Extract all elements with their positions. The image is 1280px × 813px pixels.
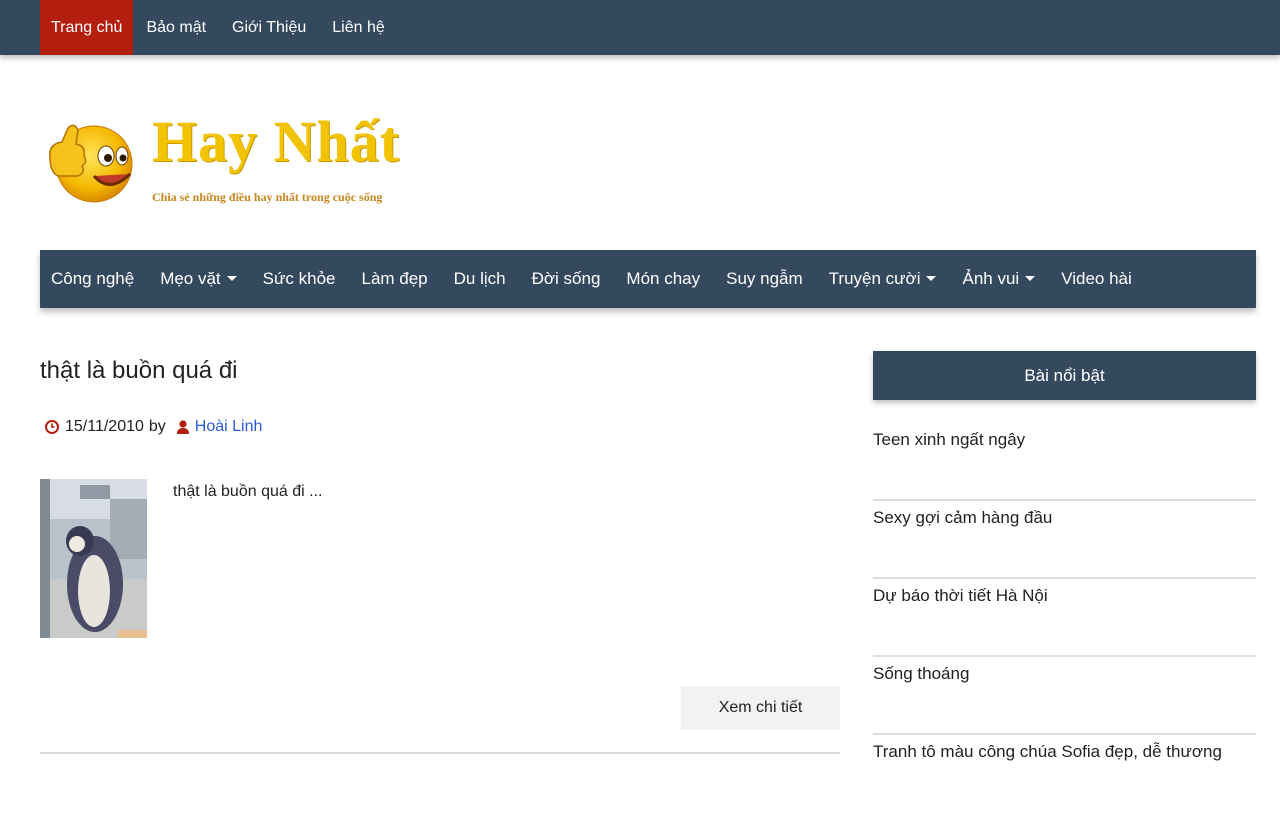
post-author-link[interactable]: Hoài Linh xyxy=(195,418,263,436)
nav-item-meo-vat[interactable]: Mẹo vặt xyxy=(149,250,247,308)
main-nav-list: Công nghệ Mẹo vặt Sức khỏe Làm đẹp Du lị… xyxy=(40,250,1256,308)
caret-down-icon xyxy=(926,276,937,281)
post-divider xyxy=(40,752,840,754)
user-icon xyxy=(176,420,189,434)
nav-item-lam-dep[interactable]: Làm đẹp xyxy=(350,250,438,308)
nav-label: Mẹo vặt xyxy=(160,269,221,288)
post-meta: 15/11/2010 by Hoài Linh xyxy=(44,418,262,436)
top-nav-privacy[interactable]: Bảo mật xyxy=(133,0,219,55)
sidebar-widget-title: Bài nổi bật xyxy=(873,351,1256,400)
sidebar-item[interactable]: Sexy gợi cảm hàng đầu xyxy=(873,501,1256,579)
top-navbar: Trang chủ Bảo mật Giới Thiệu Liên hệ xyxy=(0,0,1280,55)
nav-label: Du lịch xyxy=(453,269,506,288)
main-navbar: Công nghệ Mẹo vặt Sức khỏe Làm đẹp Du lị… xyxy=(40,250,1256,308)
nav-item-anh-vui[interactable]: Ảnh vui xyxy=(951,250,1046,308)
nav-label: Công nghệ xyxy=(51,269,135,288)
sidebar-item-label[interactable]: Sống thoáng xyxy=(873,664,969,684)
post-excerpt: thật là buồn quá đi ... xyxy=(173,483,323,500)
read-more-button[interactable]: Xem chi tiết xyxy=(681,686,840,730)
post-thumbnail[interactable] xyxy=(40,479,147,638)
caret-down-icon xyxy=(226,276,237,281)
sidebar-item[interactable]: Dự báo thời tiết Hà Nội xyxy=(873,579,1256,657)
caret-down-icon xyxy=(1025,276,1036,281)
logo-title: Hay Nhất xyxy=(152,109,401,174)
sidebar-item[interactable]: Sống thoáng xyxy=(873,657,1256,735)
top-nav-about[interactable]: Giới Thiệu xyxy=(219,0,319,55)
nav-item-cong-nghe[interactable]: Công nghệ xyxy=(40,250,145,308)
penguin-photo-image xyxy=(40,479,147,638)
nav-item-truyen-cuoi[interactable]: Truyện cười xyxy=(818,250,948,308)
sidebar-item[interactable]: Teen xinh ngất ngây xyxy=(873,423,1256,501)
nav-label: Video hài xyxy=(1061,269,1132,288)
post-title[interactable]: thật là buồn quá đi xyxy=(40,357,238,385)
nav-label: Sức khỏe xyxy=(262,269,336,288)
nav-label: Truyện cười xyxy=(828,269,921,288)
logo-tagline: Chia sẻ những điều hay nhất trong cuộc s… xyxy=(152,190,383,204)
nav-item-mon-chay[interactable]: Món chay xyxy=(615,250,711,308)
sidebar-item[interactable]: Tranh tô màu công chúa Sofia đẹp, dễ thư… xyxy=(873,735,1256,813)
site-logo[interactable]: Hay Nhất Chia sẻ những điều hay nhất tro… xyxy=(44,108,444,213)
sidebar-item-label[interactable]: Teen xinh ngất ngây xyxy=(873,430,1025,450)
sidebar-item-label[interactable]: Tranh tô màu công chúa Sofia đẹp, dễ thư… xyxy=(873,742,1222,762)
nav-item-suy-ngam[interactable]: Suy ngẫm xyxy=(715,250,814,308)
top-nav-contact[interactable]: Liên hệ xyxy=(319,0,398,55)
post-by: by xyxy=(148,418,166,435)
thumbs-up-smiley-icon xyxy=(49,124,133,203)
top-nav-home[interactable]: Trang chủ xyxy=(40,0,134,55)
nav-label: Làm đẹp xyxy=(361,269,428,288)
clock-icon xyxy=(45,420,59,434)
sidebar-item-label[interactable]: Dự báo thời tiết Hà Nội xyxy=(873,586,1048,606)
nav-item-video-hai[interactable]: Video hài xyxy=(1050,250,1143,308)
nav-item-doi-song[interactable]: Đời sống xyxy=(521,250,612,308)
nav-label: Ảnh vui xyxy=(962,269,1020,288)
top-nav-list: Trang chủ Bảo mật Giới Thiệu Liên hệ xyxy=(40,0,1280,55)
nav-label: Suy ngẫm xyxy=(726,269,803,288)
nav-label: Món chay xyxy=(626,269,701,288)
nav-item-suc-khoe[interactable]: Sức khỏe xyxy=(252,250,347,308)
nav-label: Đời sống xyxy=(531,269,601,288)
sidebar-item-label[interactable]: Sexy gợi cảm hàng đầu xyxy=(873,508,1052,528)
post-date: 15/11/2010 xyxy=(65,418,144,435)
nav-item-du-lich[interactable]: Du lịch xyxy=(443,250,517,308)
